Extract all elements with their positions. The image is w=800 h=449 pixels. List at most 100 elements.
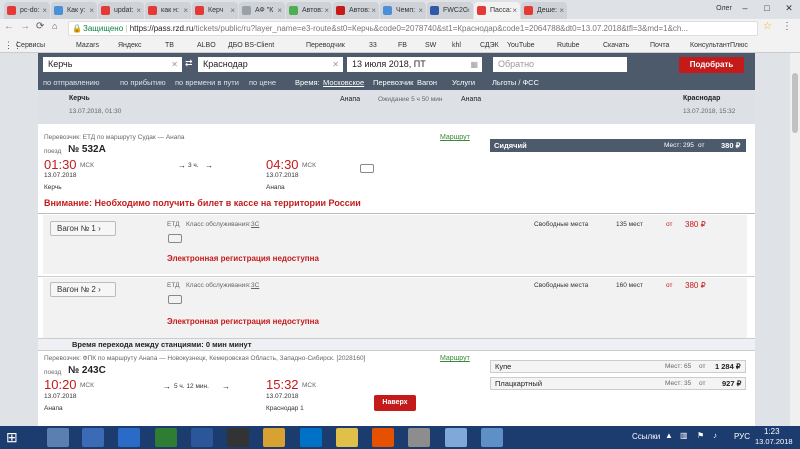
bookmark-translator[interactable]: Переводчик	[306, 38, 345, 53]
browser-tab[interactable]: Чемп: ×	[380, 2, 426, 19]
wagon-filter[interactable]: Вагон	[417, 75, 437, 90]
clock-time[interactable]: 1:23	[764, 427, 780, 436]
maximize-icon[interactable]: □	[756, 0, 778, 19]
explorer-icon[interactable]	[47, 428, 69, 447]
bookmark-mail[interactable]: Почта	[650, 38, 669, 53]
close-tab-icon[interactable]: ×	[324, 2, 329, 19]
app-icon[interactable]	[445, 428, 467, 447]
word-icon[interactable]	[191, 428, 213, 447]
bookmark-consultant[interactable]: КонсультантПлюс	[690, 38, 748, 53]
profile-name[interactable]: Олег	[716, 2, 732, 16]
bookmark-dbo[interactable]: ДБО BS-Client	[228, 38, 274, 53]
close-tab-icon[interactable]: ×	[371, 2, 376, 19]
browser-tab[interactable]: Пасса: ×	[474, 2, 520, 19]
folder-icon[interactable]	[263, 428, 285, 447]
sort-by-price[interactable]: по цене	[249, 75, 276, 90]
train-number[interactable]: № 532А	[68, 144, 106, 155]
network-icon[interactable]: ▥	[680, 431, 688, 440]
close-tab-icon[interactable]: ×	[277, 2, 282, 19]
scrollbar[interactable]	[790, 53, 800, 426]
volume-icon[interactable]: ♪	[713, 431, 717, 440]
carrier-filter[interactable]: Перевозчик	[373, 75, 413, 90]
menu-icon[interactable]: ⋮	[782, 21, 792, 32]
return-date-input[interactable]: Обратно	[493, 57, 627, 72]
flag-icon[interactable]: ⚑	[697, 431, 704, 440]
bookmark-rutube[interactable]: Rutube	[557, 38, 580, 53]
language-indicator[interactable]: РУС	[734, 432, 750, 441]
close-tab-icon[interactable]: ×	[465, 2, 470, 19]
sort-by-arrival[interactable]: по прибытию	[120, 75, 166, 90]
browser-tab[interactable]: pc-do: ×	[4, 2, 50, 19]
bookmark-33[interactable]: 33	[369, 38, 377, 53]
url-input[interactable]: 🔒 Защищено | https://pass.rzd.ru/tickets…	[68, 21, 758, 36]
find-button[interactable]: Подобрать	[679, 57, 744, 73]
close-tab-icon[interactable]: ×	[42, 2, 47, 19]
windows-start-icon[interactable]: ⊞	[6, 429, 18, 446]
train-number-2[interactable]: № 243С	[68, 365, 106, 376]
bookmark-services[interactable]: Сервисы	[16, 38, 45, 53]
route-link-2[interactable]: Маршрут	[440, 355, 470, 362]
links-toolbar[interactable]: Ссылки	[632, 432, 660, 441]
bookmark-youtube[interactable]: YouTube	[507, 38, 535, 53]
close-window-icon[interactable]: ✕	[778, 0, 800, 19]
date-input[interactable]: 13 июля 2018, ПТ ▦	[347, 57, 482, 72]
clock-date[interactable]: 13.07.2018	[755, 437, 793, 446]
offer-kupe[interactable]: Купе Мест: 65 от 1 284 ₽	[490, 360, 746, 373]
forward-icon[interactable]: →	[20, 21, 30, 32]
wagon-2-button[interactable]: Вагон № 2 ›	[50, 282, 116, 297]
time-zone-select[interactable]: Московское	[323, 75, 364, 90]
back-to-top-button[interactable]: Наверх	[374, 395, 416, 411]
close-tab-icon[interactable]: ×	[89, 2, 94, 19]
app-icon[interactable]	[336, 428, 358, 447]
from-station-input[interactable]: Керчь ✕	[43, 57, 182, 72]
browser-tab[interactable]: FWC2C ×	[427, 2, 473, 19]
browser-tab[interactable]: Как у: ×	[51, 2, 97, 19]
browser-tab[interactable]: updat: ×	[98, 2, 144, 19]
bookmark-fb[interactable]: FB	[398, 38, 407, 53]
minimize-icon[interactable]: –	[734, 0, 756, 19]
bookmark-cdek[interactable]: СДЭК	[480, 38, 499, 53]
wagon-2-class[interactable]: 3С	[251, 282, 259, 289]
close-tab-icon[interactable]: ×	[230, 2, 235, 19]
sort-by-travel-time[interactable]: по времени в пути	[175, 75, 239, 90]
close-tab-icon[interactable]: ×	[418, 2, 423, 19]
bookmark-star-icon[interactable]: ☆	[763, 21, 772, 32]
scrollbar-thumb[interactable]	[792, 73, 798, 133]
benefits-filter[interactable]: Льготы / ФСС	[492, 75, 539, 90]
services-filter[interactable]: Услуги	[452, 75, 475, 90]
app-icon[interactable]	[481, 428, 503, 447]
to-station-input[interactable]: Краснодар ✕	[198, 57, 343, 72]
bookmark-mazars[interactable]: Mazars	[76, 38, 99, 53]
reload-icon[interactable]: ⟳	[36, 21, 44, 32]
bookmark-download[interactable]: Скачать	[603, 38, 629, 53]
close-tab-icon[interactable]: ×	[136, 2, 141, 19]
batman-app-icon[interactable]	[227, 428, 249, 447]
sort-by-departure[interactable]: по отправлению	[43, 75, 99, 90]
excel-icon[interactable]	[155, 428, 177, 447]
1c-icon[interactable]	[372, 428, 394, 447]
wagon-1-class[interactable]: 3С	[251, 221, 259, 228]
browser-tab[interactable]: Автов: ×	[333, 2, 379, 19]
tray-chevron-icon[interactable]: ▲	[665, 431, 673, 440]
outlook-icon[interactable]	[300, 428, 322, 447]
chrome-icon[interactable]	[82, 428, 104, 447]
bookmark-sw[interactable]: SW	[425, 38, 436, 53]
offer-platzkart[interactable]: Плацкартный Мест: 35 от 927 ₽	[490, 377, 746, 390]
bookmark-yandex[interactable]: Яндекс	[118, 38, 142, 53]
app-icon[interactable]	[408, 428, 430, 447]
bookmark-albo[interactable]: ALBO	[197, 38, 216, 53]
route-link[interactable]: Маршрут	[440, 134, 470, 141]
wagon-1-button[interactable]: Вагон № 1 ›	[50, 221, 116, 236]
close-tab-icon[interactable]: ×	[512, 2, 517, 19]
swap-icon[interactable]: ⇄	[185, 58, 193, 69]
ie-icon[interactable]	[118, 428, 140, 447]
close-tab-icon[interactable]: ×	[559, 2, 564, 19]
browser-tab[interactable]: Автов: ×	[286, 2, 332, 19]
bookmark-khl[interactable]: khl	[452, 38, 461, 53]
offer-sitting[interactable]: Сидячий Мест: 295 от 380 ₽	[490, 139, 746, 152]
home-icon[interactable]: ⌂	[52, 21, 57, 31]
browser-tab[interactable]: как н: ×	[145, 2, 191, 19]
back-icon[interactable]: ←	[4, 21, 14, 32]
browser-tab[interactable]: Керч ×	[192, 2, 238, 19]
bookmark-tb[interactable]: TB	[165, 38, 174, 53]
